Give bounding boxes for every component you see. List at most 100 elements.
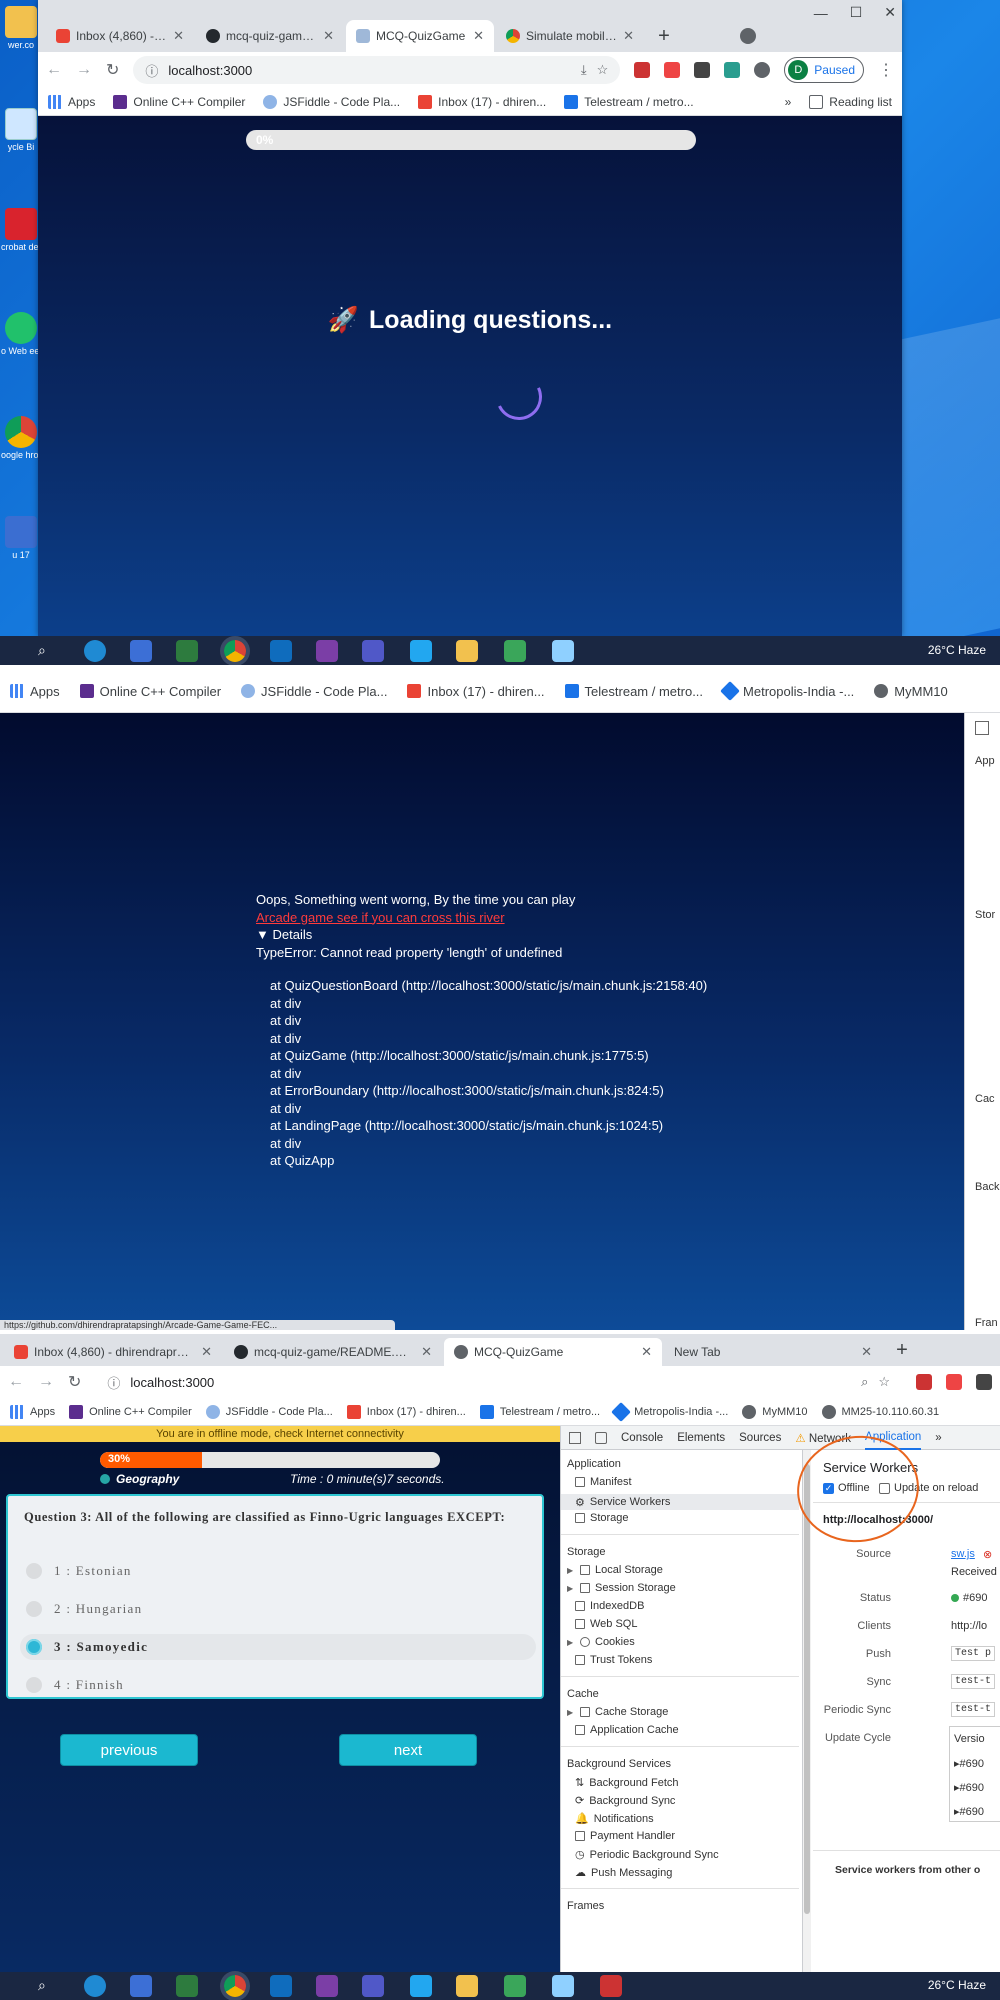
bookmark-cpp[interactable]: Online C++ Compiler	[69, 1404, 192, 1419]
tab-elements[interactable]: Elements	[677, 1432, 725, 1444]
version-row[interactable]: ▸#690	[954, 1757, 984, 1770]
sidebar-item-manifest[interactable]: Manifest	[575, 1476, 632, 1488]
close-icon[interactable]: ✕	[323, 28, 334, 44]
bookmark-mymm10[interactable]: MyMM10	[742, 1404, 808, 1419]
tab-gmail[interactable]: Inbox (4,860) - dhirendrapratapsi ✕	[4, 1338, 222, 1366]
bookmark-cpp[interactable]: Online C++ Compiler	[113, 94, 245, 109]
app-icon[interactable]	[130, 640, 152, 662]
extension-icon[interactable]	[946, 1374, 962, 1390]
app-icon[interactable]	[176, 640, 198, 662]
bookmark-metropolis[interactable]: Metropolis-India -...	[720, 681, 854, 701]
app-icon[interactable]	[504, 1975, 526, 1997]
webex-icon[interactable]: o Web eetings	[1, 312, 41, 356]
tab-github[interactable]: mcq-quiz-game/README.md at ✕	[224, 1338, 442, 1366]
extension-icon[interactable]	[634, 62, 651, 78]
sidebar-item-periodic-sync[interactable]: ◷ Periodic Background Sync	[575, 1848, 719, 1862]
star-icon[interactable]: ☆	[878, 1374, 890, 1390]
bookmark-apps[interactable]: Apps	[10, 684, 60, 699]
close-icon[interactable]: ✕	[641, 1344, 652, 1360]
sidebar-item-trust-tokens[interactable]: Trust Tokens	[575, 1654, 652, 1666]
chrome-taskbar-icon[interactable]	[224, 640, 246, 662]
extension-icon[interactable]	[664, 62, 681, 78]
inspect-icon[interactable]	[975, 721, 989, 735]
bookmark-cpp[interactable]: Online C++ Compiler	[79, 684, 221, 699]
sidebar-scrollbar[interactable]	[803, 1450, 811, 1972]
maximize-icon[interactable]: ☐	[850, 4, 863, 21]
address-bar[interactable]: ⓘ localhost:3000 ⤓ ☆	[133, 56, 621, 84]
puzzle-icon[interactable]	[754, 62, 771, 78]
acrobat-icon[interactable]: crobat der DC	[1, 208, 41, 252]
app-icon[interactable]	[600, 1975, 622, 1997]
tab-console[interactable]: Console	[621, 1432, 663, 1444]
address-bar[interactable]: ⓘ localhost:3000 ⌕ ☆	[95, 1368, 902, 1396]
next-button[interactable]: next	[339, 1734, 477, 1766]
forward-icon[interactable]: →	[38, 1373, 54, 1391]
pen-extension-icon[interactable]	[724, 62, 741, 78]
chrome-taskbar-icon[interactable]	[224, 1975, 246, 1997]
sidebar-item-payment-handler[interactable]: Payment Handler	[575, 1830, 675, 1842]
version-row[interactable]: ▸#690	[954, 1781, 984, 1794]
reading-list-button[interactable]: Reading list	[809, 94, 892, 109]
option-2[interactable]: 2 : Hungarian	[20, 1596, 536, 1622]
arcade-game-link[interactable]: Arcade game see if you can cross this ri…	[256, 909, 707, 927]
teams-icon[interactable]	[362, 640, 384, 662]
bookmark-apps[interactable]: Apps	[10, 1404, 55, 1419]
tab-quizgame[interactable]: MCQ-QuizGame ✕	[444, 1338, 662, 1366]
tab-sources[interactable]: Sources	[739, 1432, 781, 1444]
recycle-bin-icon[interactable]: ycle Bi	[2, 108, 40, 152]
sidebar-item-notifications[interactable]: 🔔 Notifications	[575, 1812, 654, 1826]
close-icon[interactable]: ✕	[173, 28, 184, 44]
app-icon[interactable]	[552, 1975, 574, 1997]
expand-icon[interactable]: ▶	[567, 1584, 575, 1593]
sw-source-link[interactable]: sw.js	[951, 1548, 975, 1560]
app-desktop-icon[interactable]: u 17	[2, 516, 40, 560]
expand-icon[interactable]: ▶	[567, 1708, 575, 1717]
bookmark-inbox[interactable]: Inbox (17) - dhiren...	[346, 1404, 466, 1419]
version-row[interactable]: ▸#690	[954, 1805, 984, 1818]
bookmark-jsfiddle[interactable]: JSFiddle - Code Pla...	[263, 94, 400, 109]
sidebar-item-local-storage[interactable]: ▶ Local Storage	[567, 1564, 663, 1576]
sidebar-item-session-storage[interactable]: ▶ Session Storage	[567, 1582, 676, 1594]
bookmark-metropolis[interactable]: Metropolis-India -...	[611, 1401, 728, 1422]
search-icon[interactable]: ⌕	[38, 1977, 46, 1994]
bookmark-apps[interactable]: Apps	[48, 94, 95, 109]
bookmark-jsfiddle[interactable]: JSFiddle - Code Pla...	[241, 684, 387, 699]
close-window-icon[interactable]: ✕	[884, 4, 896, 21]
close-icon[interactable]: ✕	[623, 28, 634, 44]
expand-icon[interactable]: ▶	[567, 1566, 575, 1575]
close-icon[interactable]: ✕	[473, 28, 484, 44]
app-icon[interactable]	[176, 1975, 198, 1997]
app-icon[interactable]	[552, 640, 574, 662]
option-4[interactable]: 4 : Finnish	[20, 1672, 536, 1698]
bookmark-inbox[interactable]: Inbox (17) - dhiren...	[418, 94, 546, 109]
reload-icon[interactable]: ↻	[68, 1372, 81, 1392]
sync-input[interactable]: test-t	[951, 1674, 996, 1689]
details-toggle[interactable]: ▼ Details	[256, 926, 707, 944]
outlook-icon[interactable]	[270, 1975, 292, 1997]
extension-icon[interactable]	[976, 1374, 992, 1390]
inspect-icon[interactable]	[569, 1431, 581, 1444]
folder-icon[interactable]	[456, 640, 478, 662]
bookmark-telestream[interactable]: Telestream / metro...	[564, 684, 703, 699]
zoom-icon[interactable]: ⌕	[861, 1374, 868, 1390]
search-icon[interactable]: ⌕	[38, 642, 46, 659]
sidebar-item-websql[interactable]: Web SQL	[575, 1618, 638, 1630]
sidebar-item-indexeddb[interactable]: IndexedDB	[575, 1600, 644, 1612]
profile-button[interactable]: D Paused	[784, 57, 864, 83]
teams-icon[interactable]	[362, 1975, 384, 1997]
close-icon[interactable]: ✕	[861, 1344, 872, 1360]
bookmark-telestream[interactable]: Telestream / metro...	[479, 1404, 600, 1419]
more-tabs-button[interactable]: »	[935, 1432, 941, 1444]
vscode-icon[interactable]	[410, 640, 432, 662]
onenote-icon[interactable]	[316, 1975, 338, 1997]
periodic-sync-input[interactable]: test-t	[951, 1702, 996, 1717]
sidebar-item-cache-storage[interactable]: ▶ Cache Storage	[567, 1706, 668, 1718]
reload-icon[interactable]: ↻	[106, 60, 119, 80]
vscode-icon[interactable]	[410, 1975, 432, 1997]
sidebar-item-background-fetch[interactable]: ⇅ Background Fetch	[575, 1776, 679, 1790]
sidebar-item-background-sync[interactable]: ⟳ Background Sync	[575, 1794, 675, 1808]
tab-github[interactable]: mcq-quiz-game/RE✕	[196, 20, 344, 52]
extension-icon[interactable]	[694, 62, 711, 78]
outlook-icon[interactable]	[270, 640, 292, 662]
sidebar-item-push-messaging[interactable]: ☁ Push Messaging	[575, 1866, 672, 1880]
